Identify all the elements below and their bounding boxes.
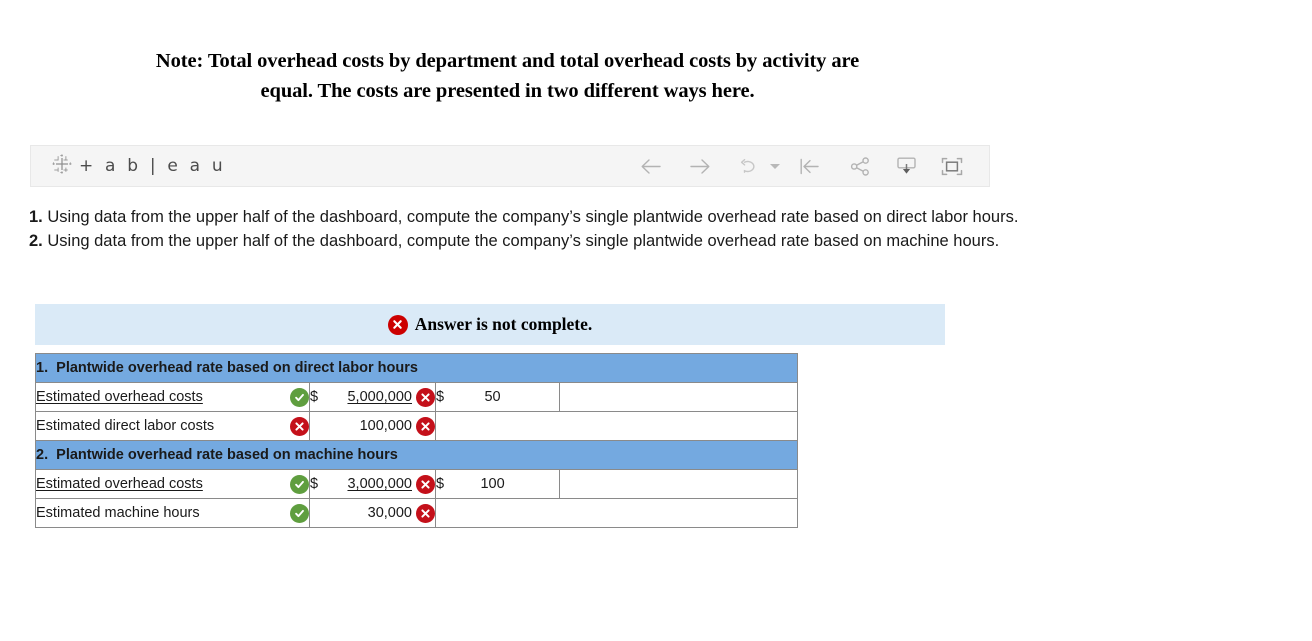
- rate-currency-symbol: $: [436, 476, 445, 492]
- row-value: 30,000: [367, 505, 412, 521]
- row-value: 3,000,000: [347, 476, 412, 492]
- label-cell[interactable]: Estimated direct labor costs: [35, 411, 310, 441]
- correct-check-icon: [290, 387, 309, 407]
- row-value: 100,000: [359, 418, 412, 434]
- label-cell-content: Estimated direct labor costs: [36, 416, 309, 436]
- value-cell[interactable]: 30,000: [309, 498, 436, 528]
- value-cell[interactable]: $5,000,000: [309, 382, 436, 412]
- tableau-toolbar: + a b | e a u: [30, 145, 990, 187]
- blank-cell[interactable]: [558, 469, 799, 499]
- note-line-1: Note: Total overhead costs by department…: [155, 50, 860, 72]
- table-row: Estimated overhead costs $5,000,000 $50: [35, 382, 799, 412]
- revert-dropdown[interactable]: [767, 151, 783, 181]
- note-line-2: equal. The costs are presented in two di…: [260, 80, 755, 102]
- incorrect-x-icon: [416, 416, 435, 436]
- rate-cell-content: $100: [436, 476, 559, 492]
- table-row: Estimated machine hours 30,000: [35, 498, 799, 528]
- label-cell-content: Estimated overhead costs: [36, 387, 309, 407]
- rate-value: 50: [484, 389, 501, 405]
- value-cell[interactable]: 100,000: [309, 411, 436, 441]
- rate-currency-symbol: $: [436, 389, 445, 405]
- table-row: Estimated overhead costs $3,000,000 $100: [35, 469, 799, 499]
- section-header-cell: 1. Plantwide overhead rate based on dire…: [34, 353, 799, 383]
- value-cell-content: 100,000: [310, 416, 435, 436]
- section-title: Plantwide overhead rate based on machine…: [56, 447, 398, 463]
- answer-status-text: Answer is not complete.: [414, 314, 593, 334]
- error-x-icon: [387, 314, 408, 335]
- incorrect-x-icon: [416, 387, 435, 407]
- tableau-logo-icon: [52, 153, 72, 179]
- chevron-down-icon: [770, 163, 780, 169]
- section-header-row: 1. Plantwide overhead rate based on dire…: [34, 353, 799, 383]
- answer-status-banner: Answer is not complete.: [35, 304, 945, 345]
- question-1-text: Using data from the upper half of the da…: [47, 208, 1019, 226]
- question-1-number: 1.: [29, 208, 43, 226]
- blank-cell[interactable]: [558, 382, 799, 412]
- value-currency-symbol: $: [310, 389, 319, 405]
- answer-table: 1. Plantwide overhead rate based on dire…: [34, 353, 799, 528]
- section-title: Plantwide overhead rate based on direct …: [56, 360, 418, 376]
- row-value: 5,000,000: [347, 389, 412, 405]
- label-cell[interactable]: Estimated machine hours: [35, 498, 310, 528]
- blank-cell[interactable]: [434, 411, 799, 441]
- correct-check-icon: [290, 474, 309, 494]
- rate-cell[interactable]: $50: [435, 382, 560, 412]
- value-currency-symbol: $: [310, 476, 319, 492]
- value-cell[interactable]: $3,000,000: [309, 469, 436, 499]
- row-label: Estimated machine hours: [36, 505, 200, 521]
- question-2: 2. Using data from the upper half of the…: [29, 230, 1214, 254]
- share-button[interactable]: [843, 151, 877, 181]
- blank-cell[interactable]: [434, 498, 799, 528]
- back-button[interactable]: [633, 151, 667, 181]
- incorrect-x-icon: [416, 474, 435, 494]
- answer-table-body: 1. Plantwide overhead rate based on dire…: [34, 353, 799, 528]
- revert-button[interactable]: [733, 151, 767, 181]
- incorrect-x-icon: [416, 503, 435, 523]
- label-cell-content: Estimated machine hours: [36, 503, 309, 523]
- incorrect-x-icon: [290, 416, 309, 436]
- section-number: 1.: [36, 360, 57, 376]
- label-cell[interactable]: Estimated overhead costs: [35, 382, 310, 412]
- row-label: Estimated overhead costs: [36, 389, 203, 405]
- question-1: 1. Using data from the upper half of the…: [29, 206, 1214, 230]
- value-cell-content: $5,000,000: [310, 387, 435, 407]
- label-cell-content: Estimated overhead costs: [36, 474, 309, 494]
- section-header-row: 2. Plantwide overhead rate based on mach…: [34, 440, 799, 470]
- tableau-wordmark: + a b | e a u: [79, 156, 226, 176]
- label-cell[interactable]: Estimated overhead costs: [35, 469, 310, 499]
- question-2-number: 2.: [29, 231, 43, 250]
- toolbar-actions: [633, 151, 969, 181]
- reset-button[interactable]: [793, 151, 827, 181]
- rate-cell-content: $50: [436, 389, 559, 405]
- row-label: Estimated overhead costs: [36, 476, 203, 492]
- rate-value: 100: [480, 476, 505, 492]
- download-button[interactable]: [889, 151, 923, 181]
- question-2-text: Using data from the upper half of the da…: [47, 231, 1000, 250]
- tableau-logo: + a b | e a u: [52, 153, 226, 179]
- correct-check-icon: [290, 503, 309, 523]
- rate-cell[interactable]: $100: [435, 469, 560, 499]
- value-cell-content: 30,000: [310, 503, 435, 523]
- row-label: Estimated direct labor costs: [36, 418, 215, 434]
- note-heading: Note: Total overhead costs by department…: [50, 46, 965, 106]
- questions-block: 1. Using data from the upper half of the…: [29, 206, 1214, 253]
- value-cell-content: $3,000,000: [310, 474, 435, 494]
- fullscreen-button[interactable]: [935, 151, 969, 181]
- forward-button[interactable]: [683, 151, 717, 181]
- section-number: 2.: [36, 447, 57, 463]
- section-header-cell: 2. Plantwide overhead rate based on mach…: [34, 440, 799, 470]
- table-row: Estimated direct labor costs 100,000: [35, 411, 799, 441]
